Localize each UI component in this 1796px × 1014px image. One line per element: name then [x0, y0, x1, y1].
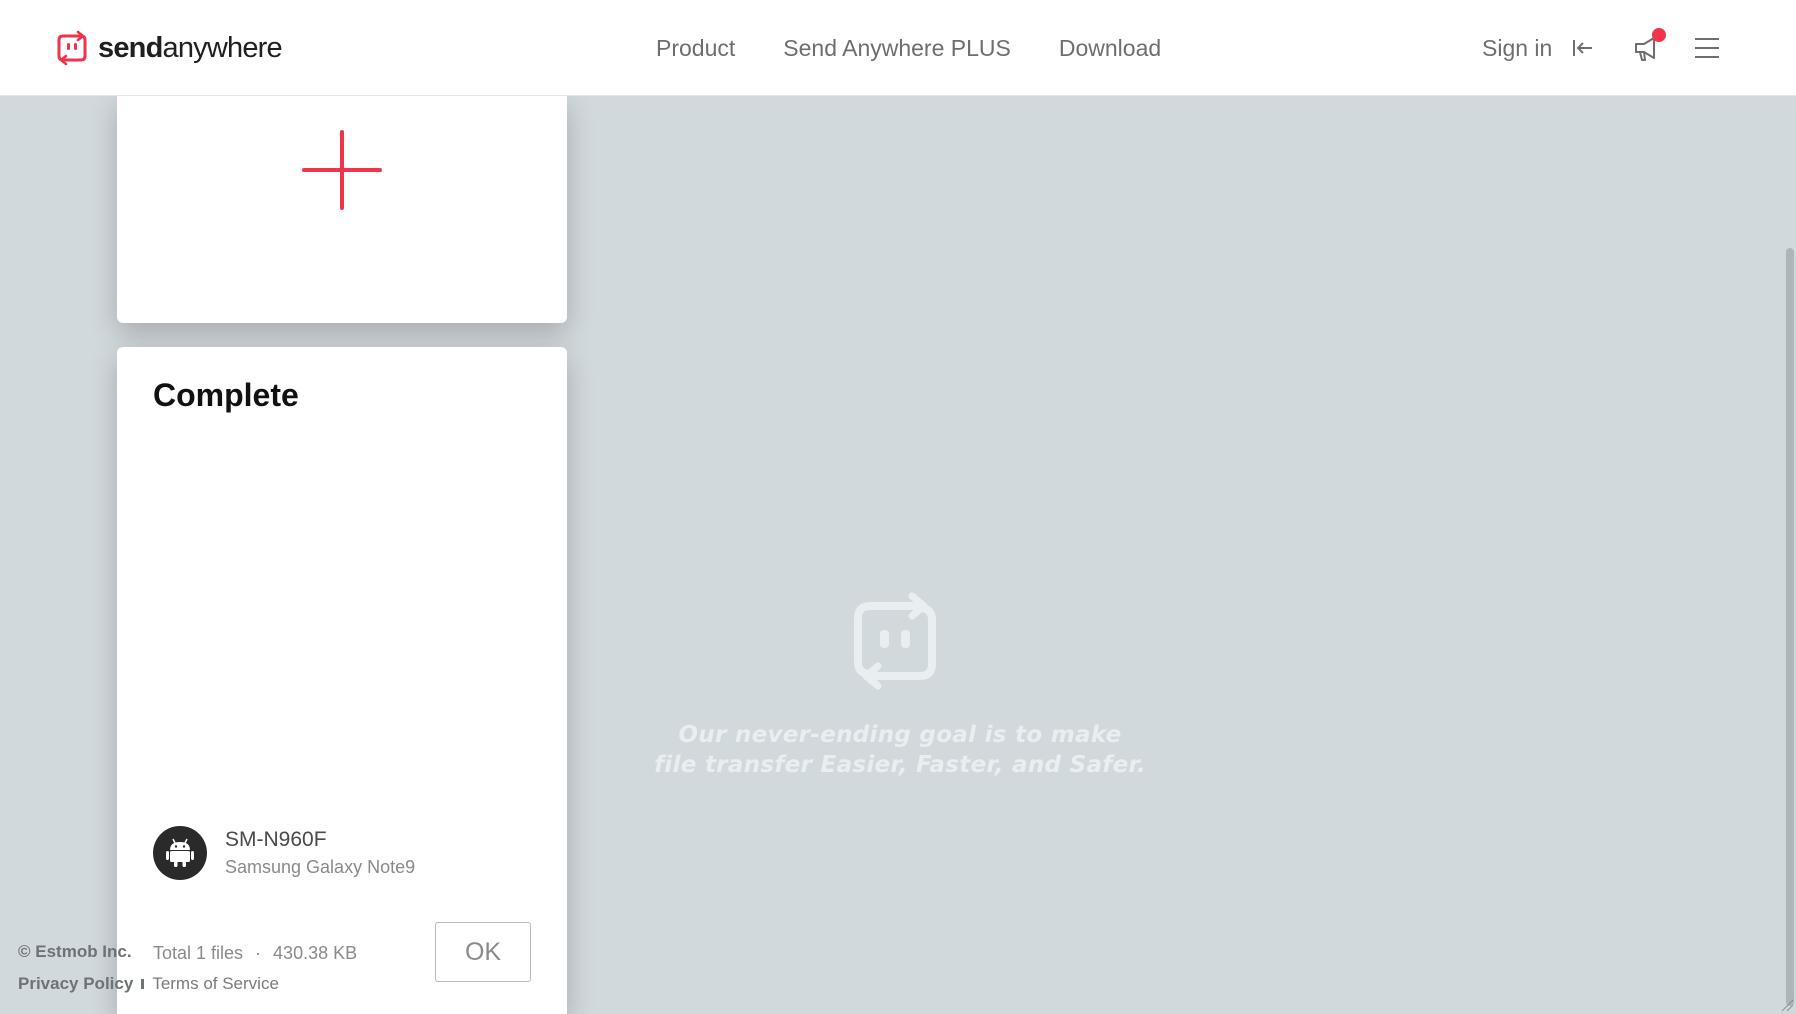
logo-wordmark: sendanywhere — [98, 32, 283, 64]
sign-in-arrow-icon — [1573, 40, 1593, 56]
sign-in-button[interactable]: Sign in — [1482, 30, 1594, 66]
device-avatar — [153, 826, 207, 880]
tagline: Our never-ending goal is to make file tr… — [560, 720, 1240, 780]
device-model: Samsung Galaxy Note9 — [225, 857, 416, 877]
notification-badge — [1652, 28, 1666, 42]
ok-button[interactable]: OK — [435, 922, 531, 982]
copyright: © Estmob Inc. — [18, 942, 132, 961]
terms-of-service-link[interactable]: Terms of Service — [152, 974, 279, 994]
device-info: SM-N960F Samsung Galaxy Note9 — [153, 826, 415, 880]
tagline-line-2: file transfer Easier, Faster, and Safer. — [654, 752, 1146, 778]
complete-title: Complete — [153, 377, 299, 413]
top-header: sendanywhere Product Send Anywhere PLUS … — [0, 0, 1796, 96]
privacy-policy-link[interactable]: Privacy Policy — [18, 974, 133, 994]
resize-grip-icon[interactable] — [1780, 998, 1794, 1012]
upload-card — [117, 96, 567, 323]
sign-in-label: Sign in — [1482, 35, 1553, 61]
tagline-line-1: Our never-ending goal is to make — [678, 722, 1122, 748]
summary-separator: · — [255, 943, 262, 963]
vertical-scrollbar[interactable] — [1786, 248, 1794, 1006]
device-text: SM-N960F Samsung Galaxy Note9 — [225, 826, 415, 880]
complete-card: Complete SM-N960F Samsung Galaxy Note9 T… — [117, 347, 567, 1014]
hamburger-icon[interactable] — [1694, 36, 1720, 60]
logo-icon — [57, 30, 87, 66]
nav-download[interactable]: Download — [1059, 30, 1161, 66]
background-logo-icon — [854, 592, 936, 690]
notification-button[interactable] — [1632, 28, 1666, 64]
nav-product[interactable]: Product — [656, 30, 735, 66]
nav-send-anywhere-plus[interactable]: Send Anywhere PLUS — [783, 30, 1011, 66]
total-files: Total 1 files — [153, 943, 244, 963]
plus-icon[interactable] — [302, 130, 382, 210]
total-size: 430.38 KB — [273, 943, 358, 963]
logo[interactable]: sendanywhere — [56, 30, 283, 66]
footer-links: Privacy Policy Terms of Service — [18, 974, 279, 994]
footer-divider — [141, 979, 145, 989]
android-icon — [166, 838, 194, 867]
transfer-summary: Total 1 files · 430.38 KB — [153, 943, 357, 964]
device-name: SM-N960F — [225, 828, 327, 851]
main-nav: Product Send Anywhere PLUS Download — [656, 30, 1161, 66]
